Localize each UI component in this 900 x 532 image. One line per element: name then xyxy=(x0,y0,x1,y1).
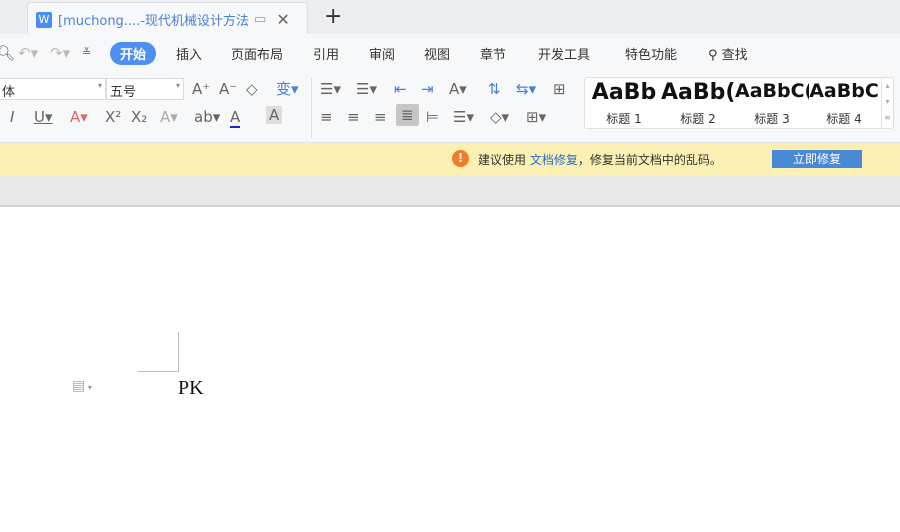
text-direction-icon[interactable]: A▾ xyxy=(449,80,467,98)
menu-page-layout[interactable]: 页面布局 xyxy=(231,44,283,63)
style-preview: AaBb( xyxy=(661,80,735,105)
font-name-select[interactable]: 体 ▾ xyxy=(0,78,106,100)
close-tab-icon[interactable]: ✕ xyxy=(276,10,289,29)
menu-search[interactable]: ⚲ 查找 xyxy=(708,44,748,63)
highlight-icon[interactable]: ab▾ xyxy=(194,108,220,126)
style-heading-2[interactable]: AaBb( 标题 2 xyxy=(661,80,735,127)
menu-view[interactable]: 视图 xyxy=(424,44,450,63)
menu-home[interactable]: 开始 xyxy=(110,42,157,65)
repair-now-button[interactable]: 立即修复 xyxy=(772,150,862,168)
distribute-icon[interactable]: ⊨ xyxy=(426,108,439,126)
strikethrough-icon[interactable]: A▾ xyxy=(70,108,88,126)
style-label: 标题 2 xyxy=(680,112,716,126)
char-shading-icon[interactable]: A xyxy=(266,106,283,124)
divider xyxy=(311,78,312,138)
desktop-icon[interactable]: ▭ xyxy=(254,12,266,27)
notice-suffix: ，修复当前文档中的乱码。 xyxy=(577,153,722,167)
style-heading-3[interactable]: AaBbC( 标题 3 xyxy=(735,80,809,127)
clear-format-icon[interactable]: ◇ xyxy=(246,80,258,98)
search-icon: ⚲ xyxy=(708,48,718,63)
notice-prefix: 建议使用 xyxy=(478,153,527,167)
new-tab-button[interactable]: + xyxy=(324,4,342,29)
justify-icon[interactable]: ≣ xyxy=(396,104,419,126)
borders-icon[interactable]: ⊞▾ xyxy=(526,108,546,126)
font-name-value: 体 xyxy=(2,85,16,100)
notification-bar: ! 建议使用 文档修复，修复当前文档中的乱码。 xyxy=(0,143,900,176)
customize-icon[interactable]: ≚ xyxy=(82,44,91,62)
style-preview: AaBb xyxy=(591,80,657,105)
style-label: 标题 4 xyxy=(826,112,862,126)
notice-text: 建议使用 文档修复，修复当前文档中的乱码。 xyxy=(478,151,722,168)
numbered-list-icon[interactable]: ☰▾ xyxy=(356,80,377,98)
font-color-icon[interactable]: A xyxy=(230,108,241,128)
decrease-indent-icon[interactable]: ⇤ xyxy=(394,80,407,98)
grow-font-icon[interactable]: A⁺ xyxy=(192,80,210,98)
sort-icon[interactable]: ⇅ xyxy=(488,80,501,98)
align-right-icon[interactable]: ≡ xyxy=(374,108,387,126)
tab-title: [muchong....-现代机械设计方法 xyxy=(58,14,250,29)
superscript-icon[interactable]: X² xyxy=(105,108,121,126)
text-effect-icon[interactable]: A▾ xyxy=(160,108,178,126)
document-tab[interactable]: W [muchong....-现代机械设计方法 ▭ ✕ xyxy=(27,2,308,36)
shrink-font-icon[interactable]: A⁻ xyxy=(219,80,237,98)
style-label: 标题 3 xyxy=(754,112,790,126)
margin-corner-mark xyxy=(138,332,179,372)
italic-icon[interactable]: I xyxy=(10,108,14,126)
phonetic-icon[interactable]: 变▾ xyxy=(276,80,299,98)
doc-repair-link[interactable]: 文档修复 xyxy=(530,153,578,167)
increase-indent-icon[interactable]: ⇥ xyxy=(421,80,434,98)
styles-scrollbar[interactable]: ▴ ▾ ≡ xyxy=(881,78,893,128)
redo-icon[interactable]: ↷▾ xyxy=(50,44,70,62)
document-top-margin xyxy=(0,176,900,207)
style-preview: AaBbC xyxy=(809,80,879,102)
menu-chapter[interactable]: 章节 xyxy=(480,44,506,63)
shading-icon[interactable]: ◇▾ xyxy=(490,108,509,126)
align-center-icon[interactable]: ≡ xyxy=(347,108,360,126)
paste-options-icon[interactable]: ▤ ▾ xyxy=(72,378,92,394)
style-label: 标题 1 xyxy=(606,112,642,126)
menu-review[interactable]: 审阅 xyxy=(369,44,395,63)
menu-references[interactable]: 引用 xyxy=(313,44,339,63)
font-size-value: 五号 xyxy=(110,85,137,100)
table-icon[interactable]: ⊞ xyxy=(553,80,566,98)
line-spacing-icon[interactable]: ⇆▾ xyxy=(516,80,536,98)
underline-icon[interactable]: U▾ xyxy=(34,108,53,126)
undo-icon[interactable]: ↶▾ xyxy=(18,44,38,62)
document-text[interactable]: PK xyxy=(178,377,204,400)
bullet-list-icon[interactable]: ☰▾ xyxy=(320,80,341,98)
align-left-icon[interactable]: ≡ xyxy=(320,108,333,126)
subscript-icon[interactable]: X₂ xyxy=(131,108,147,126)
print-preview-icon[interactable]: 🔍︎ xyxy=(0,44,15,62)
menu-special[interactable]: 特色功能 xyxy=(625,44,677,63)
style-heading-1[interactable]: AaBb 标题 1 xyxy=(587,80,661,127)
search-label: 查找 xyxy=(721,48,748,63)
style-heading-4[interactable]: AaBbC 标题 4 xyxy=(807,80,881,127)
warning-icon: ! xyxy=(452,150,469,167)
menu-insert[interactable]: 插入 xyxy=(176,44,202,63)
styles-gallery: AaBb 标题 1 AaBb(标题 2 AaBbC(标题 3 AaBbC 标题 4 … xyxy=(584,77,894,129)
font-size-select[interactable]: 五号 ▾ xyxy=(106,78,184,100)
menu-developer[interactable]: 开发工具 xyxy=(538,44,590,63)
style-preview: AaBbC( xyxy=(735,80,809,102)
wps-writer-icon: W xyxy=(36,11,52,28)
paragraph-spacing-icon[interactable]: ☰▾ xyxy=(453,108,474,126)
